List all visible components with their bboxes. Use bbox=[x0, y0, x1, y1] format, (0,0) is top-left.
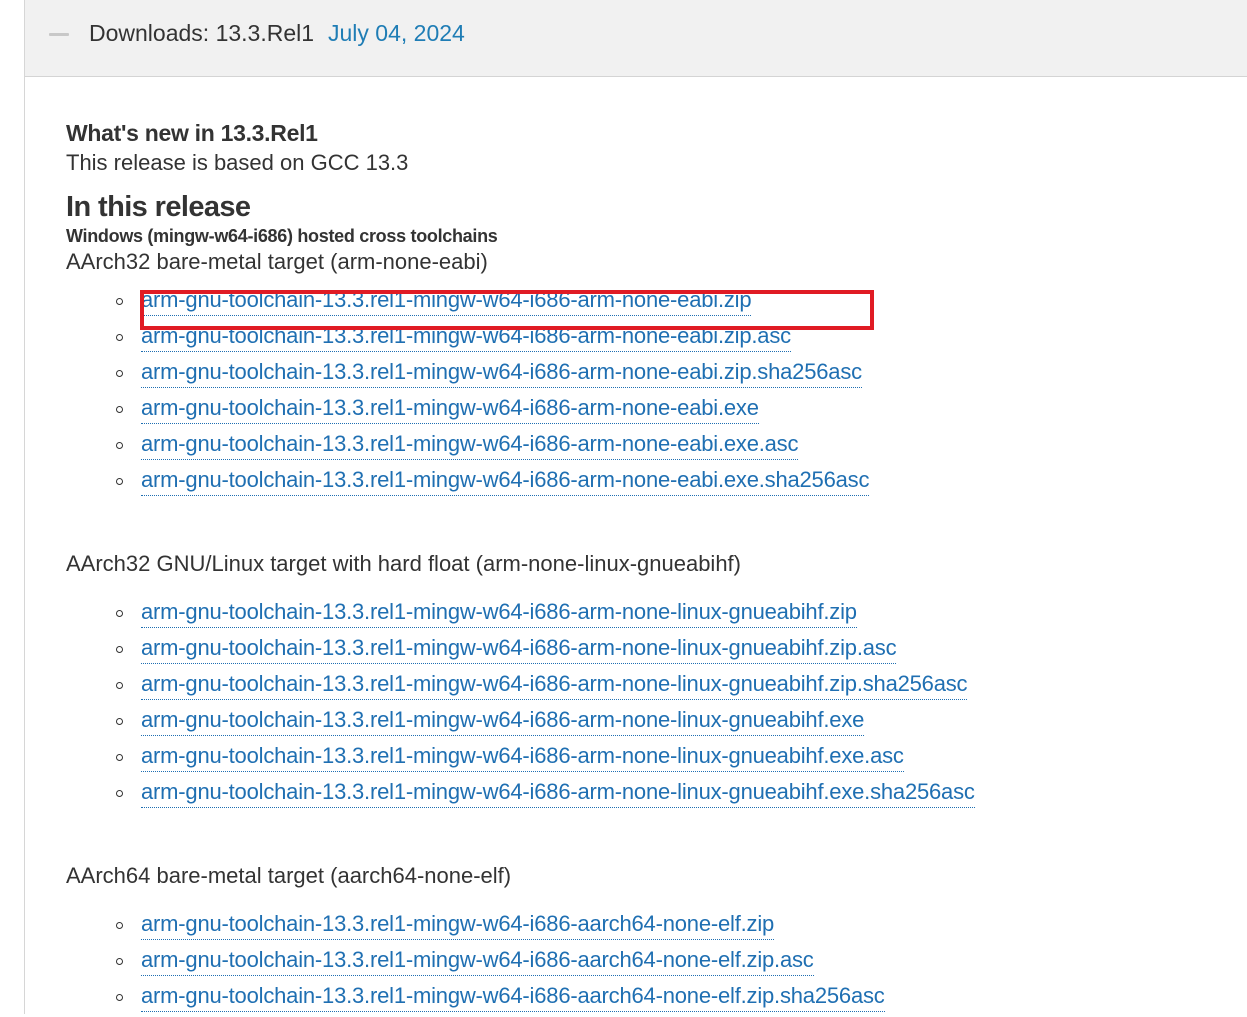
download-link[interactable]: arm-gnu-toolchain-13.3.rel1-mingw-w64-i6… bbox=[141, 981, 885, 1012]
bullet-icon bbox=[116, 334, 123, 341]
list-item: arm-gnu-toolchain-13.3.rel1-mingw-w64-i6… bbox=[66, 393, 1236, 429]
list-item: arm-gnu-toolchain-13.3.rel1-mingw-w64-i6… bbox=[66, 669, 1236, 705]
file-list: arm-gnu-toolchain-13.3.rel1-mingw-w64-i6… bbox=[66, 909, 1236, 1017]
download-link[interactable]: arm-gnu-toolchain-13.3.rel1-mingw-w64-i6… bbox=[141, 429, 798, 460]
bullet-icon bbox=[116, 790, 123, 797]
section-aarch64-none-elf: AArch64 bare-metal target (aarch64-none-… bbox=[66, 861, 1236, 1017]
bullet-icon bbox=[116, 478, 123, 485]
list-item: arm-gnu-toolchain-13.3.rel1-mingw-w64-i6… bbox=[66, 741, 1236, 777]
download-link[interactable]: arm-gnu-toolchain-13.3.rel1-mingw-w64-i6… bbox=[141, 393, 759, 424]
download-link[interactable]: arm-gnu-toolchain-13.3.rel1-mingw-w64-i6… bbox=[141, 633, 897, 664]
list-item: arm-gnu-toolchain-13.3.rel1-mingw-w64-i6… bbox=[66, 633, 1236, 669]
bullet-icon bbox=[116, 958, 123, 965]
release-content: What's new in 13.3.Rel1 This release is … bbox=[66, 117, 1236, 1017]
release-basis-text: This release is based on GCC 13.3 bbox=[66, 150, 409, 175]
bullet-icon bbox=[116, 682, 123, 689]
download-link[interactable]: arm-gnu-toolchain-13.3.rel1-mingw-w64-i6… bbox=[141, 321, 791, 352]
collapse-icon[interactable] bbox=[49, 33, 69, 36]
target-title: AArch32 GNU/Linux target with hard float… bbox=[66, 551, 741, 576]
bullet-icon bbox=[116, 646, 123, 653]
in-this-release-heading: In this release bbox=[66, 191, 251, 223]
list-item: arm-gnu-toolchain-13.3.rel1-mingw-w64-i6… bbox=[66, 945, 1236, 981]
download-link[interactable]: arm-gnu-toolchain-13.3.rel1-mingw-w64-i6… bbox=[141, 597, 857, 628]
bullet-icon bbox=[116, 442, 123, 449]
target-title: AArch64 bare-metal target (aarch64-none-… bbox=[66, 863, 512, 888]
list-item: arm-gnu-toolchain-13.3.rel1-mingw-w64-i6… bbox=[66, 705, 1236, 741]
file-list: arm-gnu-toolchain-13.3.rel1-mingw-w64-i6… bbox=[66, 285, 1236, 501]
download-link[interactable]: arm-gnu-toolchain-13.3.rel1-mingw-w64-i6… bbox=[141, 357, 862, 388]
list-item: arm-gnu-toolchain-13.3.rel1-mingw-w64-i6… bbox=[66, 429, 1236, 465]
section-arm-none-eabi: AArch32 bare-metal target (arm-none-eabi… bbox=[66, 247, 1236, 501]
list-item: arm-gnu-toolchain-13.3.rel1-mingw-w64-i6… bbox=[66, 981, 1236, 1017]
download-link[interactable]: arm-gnu-toolchain-13.3.rel1-mingw-w64-i6… bbox=[141, 669, 968, 700]
target-title: AArch32 bare-metal target (arm-none-eabi… bbox=[66, 249, 488, 274]
download-link[interactable]: arm-gnu-toolchain-13.3.rel1-mingw-w64-i6… bbox=[141, 465, 869, 496]
bullet-icon bbox=[116, 370, 123, 377]
list-item: arm-gnu-toolchain-13.3.rel1-mingw-w64-i6… bbox=[66, 321, 1236, 357]
bullet-icon bbox=[116, 754, 123, 761]
list-item: arm-gnu-toolchain-13.3.rel1-mingw-w64-i6… bbox=[66, 597, 1236, 633]
download-link[interactable]: arm-gnu-toolchain-13.3.rel1-mingw-w64-i6… bbox=[141, 705, 864, 736]
bullet-icon bbox=[116, 298, 123, 305]
list-item: arm-gnu-toolchain-13.3.rel1-mingw-w64-i6… bbox=[66, 465, 1236, 501]
file-list: arm-gnu-toolchain-13.3.rel1-mingw-w64-i6… bbox=[66, 597, 1236, 813]
download-link[interactable]: arm-gnu-toolchain-13.3.rel1-mingw-w64-i6… bbox=[141, 909, 774, 940]
download-link[interactable]: arm-gnu-toolchain-13.3.rel1-mingw-w64-i6… bbox=[141, 285, 752, 316]
download-link[interactable]: arm-gnu-toolchain-13.3.rel1-mingw-w64-i6… bbox=[141, 945, 814, 976]
list-item: arm-gnu-toolchain-13.3.rel1-mingw-w64-i6… bbox=[66, 909, 1236, 945]
bullet-icon bbox=[116, 610, 123, 617]
accordion-title[interactable]: Downloads: 13.3.Rel1 bbox=[89, 20, 314, 47]
download-link[interactable]: arm-gnu-toolchain-13.3.rel1-mingw-w64-i6… bbox=[141, 741, 904, 772]
bullet-icon bbox=[116, 718, 123, 725]
downloads-panel: Downloads: 13.3.Rel1 July 04, 2024 What'… bbox=[24, 0, 1247, 1014]
host-platform-heading: Windows (mingw-w64-i686) hosted cross to… bbox=[66, 226, 498, 246]
section-arm-none-linux-gnueabihf: AArch32 GNU/Linux target with hard float… bbox=[66, 549, 1236, 813]
list-item: arm-gnu-toolchain-13.3.rel1-mingw-w64-i6… bbox=[66, 357, 1236, 393]
accordion-header[interactable]: Downloads: 13.3.Rel1 July 04, 2024 bbox=[25, 0, 1247, 77]
list-item: arm-gnu-toolchain-13.3.rel1-mingw-w64-i6… bbox=[66, 285, 1236, 321]
release-date: July 04, 2024 bbox=[328, 20, 465, 46]
bullet-icon bbox=[116, 994, 123, 1001]
download-link[interactable]: arm-gnu-toolchain-13.3.rel1-mingw-w64-i6… bbox=[141, 777, 975, 808]
list-item: arm-gnu-toolchain-13.3.rel1-mingw-w64-i6… bbox=[66, 777, 1236, 813]
bullet-icon bbox=[116, 922, 123, 929]
whats-new-heading: What's new in 13.3.Rel1 bbox=[66, 120, 318, 146]
bullet-icon bbox=[116, 406, 123, 413]
